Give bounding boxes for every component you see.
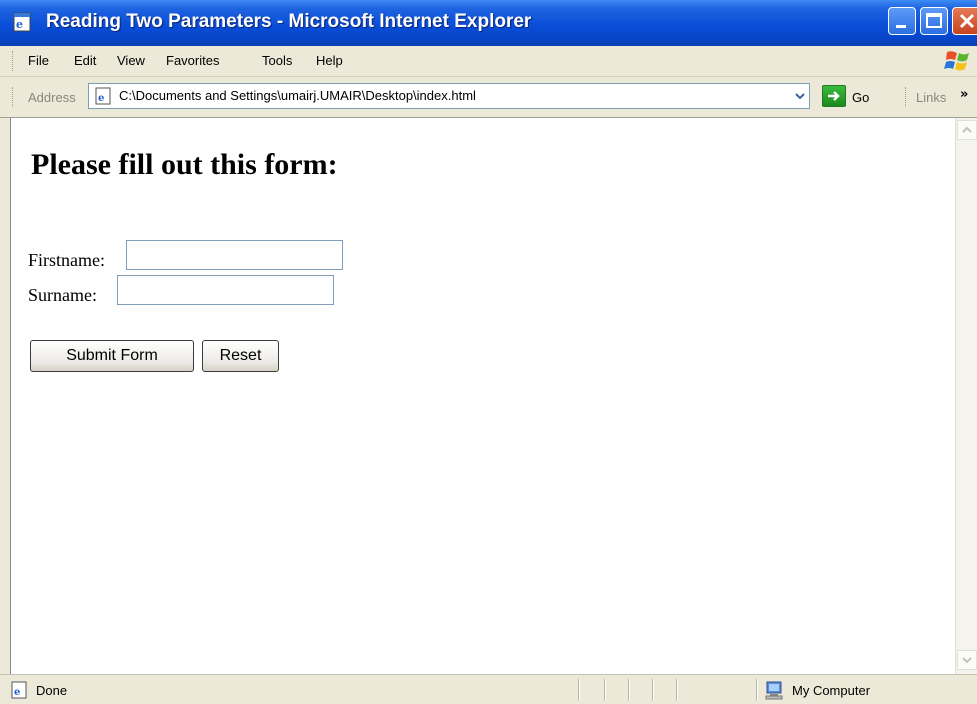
svg-text:e: e [16, 18, 23, 31]
status-divider [628, 679, 630, 701]
status-divider [652, 679, 654, 701]
reset-button[interactable]: Reset [202, 340, 279, 372]
page-heading: Please fill out this form: [31, 148, 338, 181]
go-arrow-icon[interactable] [822, 85, 846, 107]
menu-view[interactable]: View [117, 53, 145, 68]
window-title: Reading Two Parameters - Microsoft Inter… [46, 11, 532, 32]
security-zone-label: My Computer [792, 683, 871, 698]
scroll-up-icon[interactable] [957, 120, 977, 140]
status-divider [578, 679, 580, 701]
page-icon: e [94, 87, 114, 105]
menu-edit[interactable]: Edit [74, 53, 96, 68]
ie-page-icon: e [12, 12, 34, 32]
browser-window: e Reading Two Parameters - Microsoft Int… [0, 0, 977, 704]
surname-input[interactable] [117, 275, 334, 305]
svg-text:e: e [14, 687, 20, 698]
go-button-label[interactable]: Go [852, 90, 869, 105]
menu-grip [12, 51, 16, 71]
menu-tools[interactable]: Tools [262, 53, 292, 68]
menu-help[interactable]: Help [316, 53, 343, 68]
address-grip [12, 87, 16, 107]
surname-label: Surname: [28, 285, 97, 305]
submit-form-button[interactable]: Submit Form [30, 340, 194, 372]
maximize-button[interactable] [920, 7, 948, 35]
links-overflow-icon[interactable]: » [960, 87, 968, 102]
menu-favorites[interactable]: Favorites [166, 53, 219, 68]
address-label: Address [28, 90, 76, 105]
title-bar: e Reading Two Parameters - Microsoft Int… [0, 0, 977, 47]
address-field[interactable]: e C:\Documents and Settings\umairj.UMAIR… [88, 83, 810, 109]
status-divider [604, 679, 606, 701]
status-divider [756, 679, 758, 701]
menu-bar: File Edit View Favorites Tools Help [0, 46, 977, 77]
status-bar: e Done My Computer [0, 674, 977, 704]
firstname-label: Firstname: [28, 250, 105, 270]
links-label[interactable]: Links [916, 90, 946, 105]
scroll-down-icon[interactable] [957, 650, 977, 670]
address-dropdown-icon[interactable] [791, 84, 809, 108]
close-button[interactable] [952, 7, 977, 35]
address-url: C:\Documents and Settings\umairj.UMAIR\D… [119, 88, 476, 103]
status-page-icon: e [10, 681, 30, 699]
status-text: Done [36, 683, 68, 698]
page-content: Please fill out this form: Firstname: Su… [10, 118, 955, 674]
my-computer-icon [764, 680, 784, 700]
svg-text:e: e [98, 93, 104, 104]
minimize-button[interactable] [888, 7, 916, 35]
firstname-input[interactable] [126, 240, 343, 270]
status-divider [676, 679, 678, 701]
windows-logo-icon [944, 48, 972, 74]
links-grip [905, 87, 909, 107]
menu-file[interactable]: File [28, 53, 49, 68]
vertical-scrollbar[interactable] [955, 118, 977, 674]
address-bar: Address e C:\Documents and Settings\umai… [0, 77, 977, 118]
